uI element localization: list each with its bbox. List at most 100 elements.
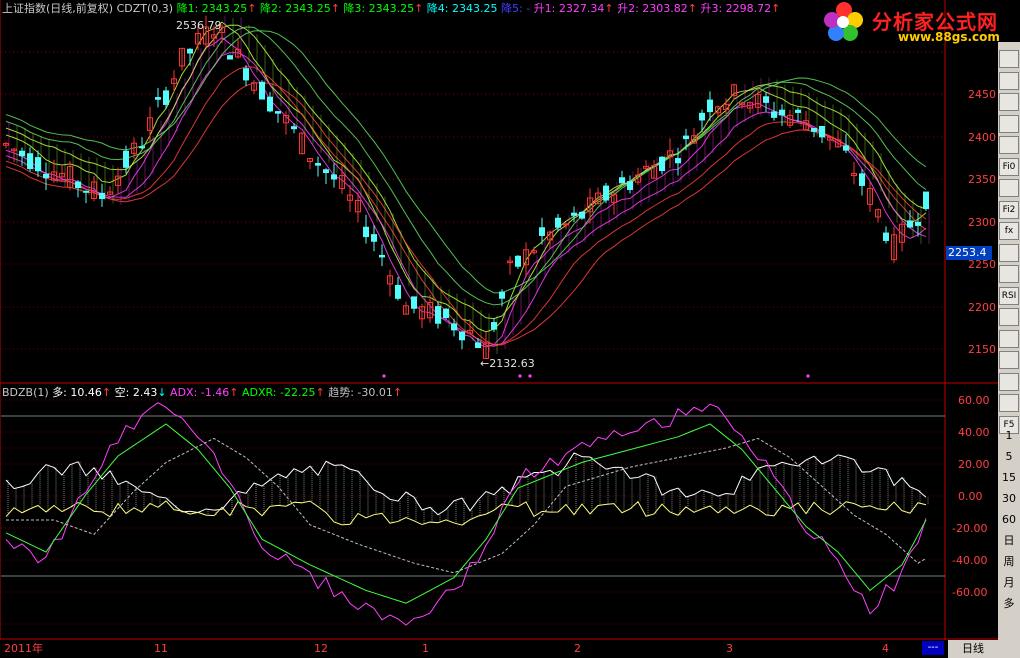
toolbar-button[interactable] bbox=[999, 372, 1019, 391]
sub-item-arrow: ↑ bbox=[101, 386, 112, 399]
header-item-value: 2343.25 bbox=[448, 2, 498, 15]
candle-body bbox=[683, 135, 689, 140]
toolbar-button[interactable]: Fi0 bbox=[999, 157, 1019, 176]
candle-body bbox=[499, 291, 505, 299]
candle-body bbox=[811, 127, 817, 132]
sub-item-value: 2.43 bbox=[129, 386, 158, 399]
candle-body bbox=[475, 342, 481, 349]
sub-y-tick: 40.00 bbox=[958, 426, 990, 439]
candle-body bbox=[267, 96, 273, 112]
signal-dot bbox=[382, 374, 386, 378]
candle-body bbox=[83, 190, 89, 193]
header-item-arrow: ↑ bbox=[247, 2, 257, 15]
toolbar-period[interactable]: 15 bbox=[998, 468, 1020, 488]
toolbar-button[interactable] bbox=[999, 114, 1019, 133]
candle-body bbox=[19, 150, 25, 157]
x-axis-label: 1 bbox=[422, 642, 429, 655]
candle-body bbox=[627, 181, 633, 190]
sub-y-tick: -40.00 bbox=[952, 554, 988, 567]
candle-body bbox=[619, 177, 625, 184]
header-item-label: 升2: bbox=[613, 2, 639, 15]
candle-body bbox=[435, 306, 441, 324]
toolbar-period[interactable]: 1 bbox=[998, 426, 1020, 446]
candle-body bbox=[395, 284, 401, 299]
chart-canvas[interactable] bbox=[0, 0, 1020, 658]
toolbar-period[interactable]: 30 bbox=[998, 489, 1020, 509]
toolbar-period[interactable]: 多 bbox=[998, 594, 1020, 614]
toolbar-period[interactable]: 日 bbox=[998, 531, 1020, 551]
candle-body bbox=[163, 90, 169, 105]
toolbar-button[interactable]: Fi2 bbox=[999, 200, 1019, 219]
indicator-name: CDZT(0,3) bbox=[116, 2, 174, 15]
toolbar-period[interactable]: 60 bbox=[998, 510, 1020, 530]
candle-body bbox=[539, 227, 545, 236]
candle-body bbox=[259, 81, 265, 100]
header-item-arrow: ↑ bbox=[330, 2, 340, 15]
nav-indicator[interactable]: --- bbox=[922, 641, 944, 655]
sub-item-value: -1.46 bbox=[197, 386, 230, 399]
toolbar-button[interactable] bbox=[999, 351, 1019, 369]
current-price-tag: 2253.4 bbox=[946, 246, 992, 260]
header-item-arrow: ↑ bbox=[771, 2, 781, 15]
header-item-label: 降4: bbox=[423, 2, 449, 15]
toolbar-button[interactable] bbox=[999, 308, 1019, 326]
toolbar-button[interactable] bbox=[999, 265, 1019, 283]
main-y-tick: 2450 bbox=[968, 88, 996, 101]
candle-body bbox=[99, 192, 105, 200]
candle-body bbox=[291, 126, 297, 130]
toolbar-button[interactable] bbox=[999, 394, 1019, 412]
candle-body bbox=[275, 111, 281, 114]
toolbar-button[interactable] bbox=[999, 329, 1019, 348]
header-item-label: 降1: bbox=[176, 2, 199, 15]
sub-item-value: 10.46 bbox=[66, 386, 102, 399]
period-label[interactable]: 日线 bbox=[948, 640, 998, 658]
candle-body bbox=[579, 211, 585, 219]
trend-line bbox=[6, 437, 927, 574]
candle-body bbox=[227, 55, 233, 60]
sub-item-arrow: ↓ bbox=[157, 386, 167, 399]
site-logo: 分析家公式网 www.88gs.com bbox=[818, 0, 1018, 44]
header-item-label: 降5: bbox=[497, 2, 523, 15]
toolbar-button[interactable] bbox=[999, 179, 1019, 197]
sub-y-tick: 60.00 bbox=[958, 394, 990, 407]
candle-body bbox=[323, 169, 329, 174]
toolbar-button[interactable]: fx bbox=[999, 222, 1019, 240]
toolbar-button[interactable] bbox=[999, 71, 1019, 90]
main-y-tick: 2350 bbox=[968, 173, 996, 186]
toolbar-button[interactable] bbox=[999, 243, 1019, 262]
band-line-green bbox=[5, 26, 927, 306]
candle-body bbox=[123, 150, 129, 168]
sub-y-tick: 20.00 bbox=[958, 458, 990, 471]
header-item-value: 2343.25 bbox=[281, 2, 331, 15]
candle-body bbox=[243, 68, 249, 81]
toolbar-period[interactable]: 月 bbox=[998, 573, 1020, 593]
header-item-value: 2343.25 bbox=[198, 2, 248, 15]
band-line-green bbox=[5, 21, 927, 333]
right-toolbar: Fi0 Fi2 fx RSI F5 1 5 15 30 60 日周月多 bbox=[998, 42, 1020, 658]
toolbar-button[interactable] bbox=[999, 93, 1019, 111]
flower-logo-icon bbox=[824, 2, 863, 41]
band-line-magenta bbox=[5, 66, 927, 346]
header-item-arrow: ↑ bbox=[604, 2, 614, 15]
toolbar-button[interactable] bbox=[999, 50, 1019, 68]
signal-dot bbox=[518, 374, 522, 378]
toolbar-button[interactable]: RSI bbox=[999, 286, 1019, 305]
toolbar-button[interactable] bbox=[999, 136, 1019, 154]
toolbar-period[interactable]: 周 bbox=[998, 552, 1020, 572]
toolbar-period[interactable]: 5 bbox=[998, 447, 1020, 467]
x-axis-bar bbox=[0, 640, 998, 658]
band-line-magenta bbox=[5, 52, 927, 347]
candle-body bbox=[451, 323, 457, 331]
candle-body bbox=[859, 173, 865, 186]
sub-title: BDZB(1) bbox=[2, 386, 49, 399]
candle-body bbox=[491, 322, 497, 330]
candle-body bbox=[363, 226, 369, 238]
header-item-label: 升1: bbox=[530, 2, 556, 15]
candle-body bbox=[555, 217, 561, 228]
candle-body bbox=[27, 153, 33, 170]
candle-body bbox=[923, 191, 929, 210]
candle-body bbox=[459, 331, 465, 341]
sub-item-label: ADX: bbox=[166, 386, 198, 399]
candle-body bbox=[515, 255, 521, 267]
x-axis-label: 2011年 bbox=[4, 642, 43, 655]
